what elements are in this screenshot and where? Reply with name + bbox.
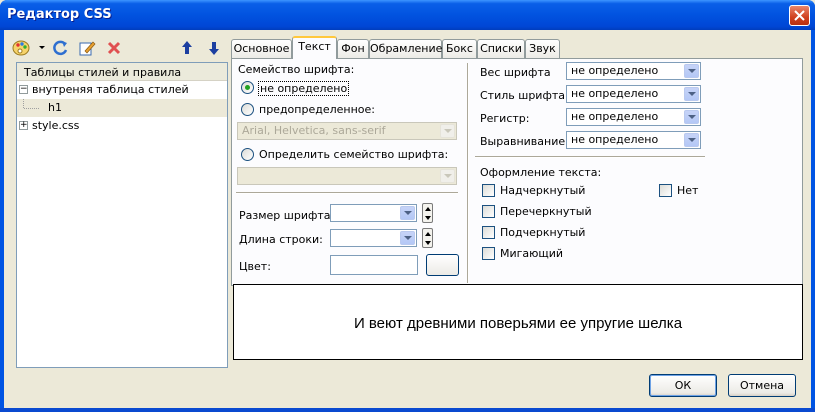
close-button[interactable] <box>789 5 810 26</box>
checkbox-line-through[interactable] <box>482 205 495 218</box>
stylesheet-tree[interactable]: Таблицы стилей и правила − внутреняя таб… <box>16 62 228 368</box>
text-case-select[interactable]: не определено <box>566 108 701 126</box>
tree-item-label: style.css <box>32 119 80 132</box>
chevron-down-icon[interactable] <box>400 231 415 245</box>
chevron-down-icon[interactable] <box>440 169 455 183</box>
radio-family-predefined-label[interactable]: предопределенное: <box>259 103 375 116</box>
preview-text: И веют древними поверьями ее упругие шел… <box>353 315 683 332</box>
text-tab-panel: Семейство шрифта: не определено предопре… <box>231 58 803 286</box>
font-weight-select[interactable]: не определено <box>566 62 701 80</box>
delete-icon[interactable] <box>105 39 123 57</box>
predefined-family-select[interactable]: Arial, Helvetica, sans-serif <box>237 122 457 140</box>
prop-label-align: Выравнивание: <box>480 135 569 148</box>
color-picker-button[interactable] <box>426 254 459 276</box>
arrow-down-icon[interactable] <box>205 39 223 57</box>
font-size-stepper[interactable] <box>422 203 433 223</box>
line-height-label: Длина строки: <box>239 233 323 246</box>
close-icon <box>794 10 805 21</box>
checkbox-none-label[interactable]: Нет <box>677 184 698 197</box>
text-case-value: не определено <box>571 110 659 123</box>
font-size-label: Размер шрифта: <box>239 209 335 222</box>
palette-icon[interactable] <box>12 39 30 57</box>
tree-header: Таблицы стилей и правила <box>17 63 227 81</box>
text-preview: И веют древними поверьями ее упругие шел… <box>233 284 803 360</box>
divider <box>475 156 705 158</box>
chevron-down-icon[interactable] <box>684 87 699 101</box>
radio-family-undefined[interactable] <box>241 81 254 94</box>
checkbox-line-through-label[interactable]: Перечеркнутый <box>500 205 592 218</box>
tab-box[interactable]: Бокс <box>442 39 477 58</box>
ok-button[interactable]: ОК <box>649 374 717 397</box>
predefined-family-value: Arial, Helvetica, sans-serif <box>242 124 386 137</box>
tree-item-style-css[interactable]: + style.css <box>17 117 227 135</box>
checkbox-blink-label[interactable]: Мигающий <box>500 247 563 260</box>
font-style-select[interactable]: не определено <box>566 85 701 103</box>
tree-connector-icon <box>23 99 40 109</box>
font-size-select[interactable] <box>330 204 417 222</box>
title-bar[interactable]: Редактор CSS <box>0 0 815 30</box>
tree-item-h1[interactable]: h1 <box>17 99 227 117</box>
line-height-select[interactable] <box>330 229 417 247</box>
prop-label-style: Стиль шрифта: <box>480 89 569 102</box>
arrow-up-icon[interactable] <box>178 39 196 57</box>
checkbox-underline[interactable] <box>482 226 495 239</box>
prop-label-case: Регистр: <box>480 112 530 125</box>
radio-family-custom-label[interactable]: Определить семейство шрифта: <box>259 148 448 161</box>
font-weight-value: не определено <box>571 64 659 77</box>
prop-label-weight: Вес шрифта <box>480 66 551 79</box>
radio-family-custom[interactable] <box>241 148 254 161</box>
chevron-down-icon[interactable] <box>684 133 699 147</box>
text-align-select[interactable]: не определено <box>566 131 701 149</box>
tab-basic[interactable]: Основное <box>231 39 292 58</box>
tab-lists[interactable]: Списки <box>477 39 525 58</box>
window-frame-bottom <box>0 408 815 412</box>
divider <box>236 192 458 194</box>
palette-dropdown-icon[interactable] <box>39 46 45 50</box>
checkbox-overline[interactable] <box>482 184 495 197</box>
tab-text[interactable]: Текст <box>292 36 337 59</box>
radio-family-predefined[interactable] <box>241 103 254 116</box>
tree-item-internal-stylesheet[interactable]: − внутреняя таблица стилей <box>17 81 227 99</box>
radio-family-undefined-label[interactable]: не определено <box>258 81 350 96</box>
tab-border[interactable]: Обрамление <box>369 39 442 58</box>
line-height-stepper[interactable] <box>422 228 433 248</box>
chevron-down-icon[interactable] <box>400 206 415 220</box>
custom-family-select[interactable] <box>237 167 457 185</box>
text-align-value: не определено <box>571 133 659 146</box>
refresh-icon[interactable] <box>51 39 69 57</box>
color-input[interactable] <box>330 255 418 275</box>
divider <box>467 63 469 283</box>
tree-item-label: h1 <box>48 101 62 114</box>
checkbox-blink[interactable] <box>482 247 495 260</box>
font-style-value: не определено <box>571 87 659 100</box>
dialog-client-area: Таблицы стилей и правила − внутреняя таб… <box>4 30 811 408</box>
color-label: Цвет: <box>239 260 271 273</box>
edit-icon[interactable] <box>78 39 96 57</box>
tab-background[interactable]: Фон <box>337 39 369 58</box>
chevron-down-icon[interactable] <box>440 124 455 138</box>
font-family-label: Семейство шрифта: <box>238 63 355 76</box>
chevron-down-icon[interactable] <box>684 64 699 78</box>
cancel-button[interactable]: Отмена <box>728 374 796 397</box>
window-title: Редактор CSS <box>7 7 112 22</box>
decoration-label: Оформление текста: <box>480 166 602 179</box>
collapse-icon[interactable]: − <box>19 85 28 94</box>
checkbox-none[interactable] <box>659 184 672 197</box>
tab-sound[interactable]: Звук <box>525 39 560 58</box>
css-editor-window: Редактор CSS Таблицы стилей и правила − … <box>0 0 815 412</box>
checkbox-overline-label[interactable]: Надчеркнутый <box>500 184 585 197</box>
expand-icon[interactable]: + <box>19 121 28 130</box>
tree-item-label: внутреняя таблица стилей <box>32 83 189 96</box>
checkbox-underline-label[interactable]: Подчеркнутый <box>500 226 585 239</box>
chevron-down-icon[interactable] <box>684 110 699 124</box>
